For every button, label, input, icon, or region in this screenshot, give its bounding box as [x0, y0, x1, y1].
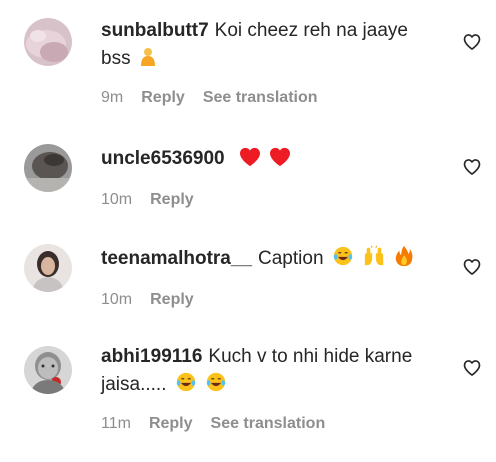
raised-hands-emoji — [362, 245, 386, 276]
heart-outline-icon[interactable] — [462, 32, 482, 52]
fire-emoji — [394, 245, 414, 276]
red-heart-emoji — [239, 147, 261, 176]
reply-button[interactable]: Reply — [150, 191, 194, 208]
laughing-tears-emoji — [205, 371, 227, 402]
see-translation-button[interactable]: See translation — [211, 415, 326, 432]
comment-username[interactable]: uncle6536900 — [101, 148, 225, 169]
comment-username[interactable]: sunbalbutt7 — [101, 20, 209, 41]
reply-button[interactable]: Reply — [149, 415, 193, 432]
comment-time: 10m — [101, 191, 133, 208]
laughing-tears-emoji — [175, 371, 197, 402]
comment-time: 11m — [101, 415, 131, 432]
comment-meta: 11m Reply See translation — [101, 414, 441, 434]
comment-meta: 10m Reply — [101, 290, 441, 310]
comment-meta: 10m Reply — [101, 190, 441, 210]
avatar[interactable] — [24, 346, 72, 394]
heart-outline-icon[interactable] — [462, 157, 482, 177]
comment-username[interactable]: teenamalhotra__ — [101, 248, 252, 269]
reply-button[interactable]: Reply — [141, 89, 185, 106]
avatar[interactable] — [24, 18, 72, 66]
comment-text: abhi199116 Kuch v to nhi hide karne jaisa… — [101, 343, 441, 402]
person-emoji — [139, 47, 157, 76]
comment-username[interactable]: abhi199116 — [101, 346, 202, 367]
comment-text: sunbalbutt7 Koi cheez reh na jaaye bss — [101, 17, 441, 76]
reply-button[interactable]: Reply — [150, 291, 194, 308]
comment-text: teenamalhotra__ Caption — [101, 245, 441, 276]
avatar[interactable] — [24, 144, 72, 192]
comment-time: 10m — [101, 291, 133, 308]
comment-text: uncle6536900 — [101, 145, 441, 176]
see-translation-button[interactable]: See translation — [203, 89, 318, 106]
comment-body: Caption — [258, 248, 324, 269]
heart-outline-icon[interactable] — [462, 358, 482, 378]
laughing-tears-emoji — [332, 245, 354, 276]
red-heart-emoji — [269, 147, 291, 176]
comment-meta: 9m Reply See translation — [101, 88, 441, 108]
comment-time: 9m — [101, 89, 124, 106]
avatar[interactable] — [24, 244, 72, 292]
heart-outline-icon[interactable] — [462, 257, 482, 277]
